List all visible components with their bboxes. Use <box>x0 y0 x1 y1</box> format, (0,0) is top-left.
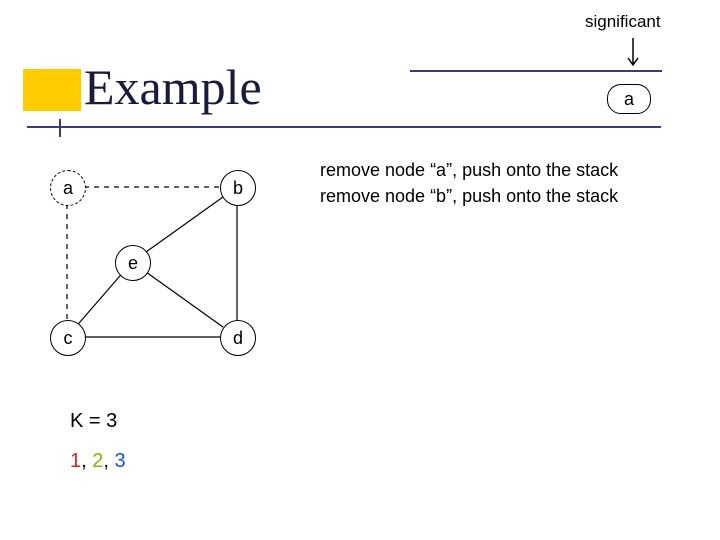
title-accent <box>23 69 81 111</box>
color-1: 1 <box>70 450 81 472</box>
node-label: c <box>64 328 73 349</box>
rule-right <box>410 70 662 72</box>
sep: , <box>81 450 92 472</box>
stack-node-label: a <box>624 89 634 110</box>
sep: , <box>103 450 114 472</box>
annotation-label: significant <box>585 12 661 32</box>
rule-tick <box>59 119 61 137</box>
graph-node-b: b <box>220 170 256 206</box>
edge-b-e <box>146 197 223 252</box>
color-2: 2 <box>92 450 103 472</box>
edge-e-d <box>146 272 223 327</box>
node-label: a <box>63 178 73 199</box>
color-legend: 1, 2, 3 <box>70 450 126 473</box>
graph-node-d: d <box>220 320 256 356</box>
stack-node-indicator: a <box>607 84 651 114</box>
rule-underline <box>27 126 661 128</box>
slide-title: Example <box>84 58 262 116</box>
node-label: d <box>233 328 243 349</box>
graph: a b e c d <box>50 170 270 370</box>
edge-c-e <box>78 275 121 324</box>
graph-node-a: a <box>50 170 86 206</box>
slide: significant Example a remove node “a”, p… <box>0 0 720 540</box>
k-label: K = 3 <box>70 410 117 433</box>
graph-node-e: e <box>115 245 151 281</box>
node-label: e <box>128 253 138 274</box>
step-text-1: remove node “a”, push onto the stack <box>320 160 618 181</box>
step-text-2: remove node “b”, push onto the stack <box>320 186 618 207</box>
arrow-down-icon <box>626 38 640 70</box>
color-3: 3 <box>115 450 126 472</box>
graph-node-c: c <box>50 320 86 356</box>
node-label: b <box>233 178 243 199</box>
